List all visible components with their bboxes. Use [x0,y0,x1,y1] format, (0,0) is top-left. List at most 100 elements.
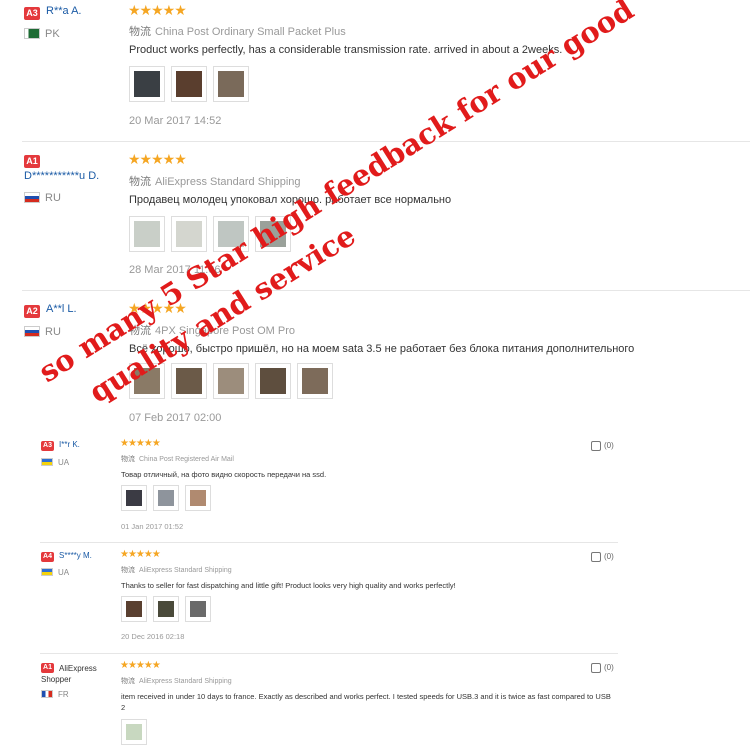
review-photo-thumbnail[interactable] [129,216,165,252]
photo-image [134,221,160,247]
buyer-level-badge: A1 [24,155,40,168]
shipping-method-name: 4PX Singapore Post OM Pro [155,325,296,337]
buyer-country: UA [58,568,70,577]
helpful-count: (0) [604,663,614,673]
buyer-country: FR [58,690,69,699]
ua-flag-icon [41,458,53,466]
fr-flag-icon [41,690,53,698]
photo-image [190,490,206,506]
shipping-method: 物流 AliExpress Standard Shipping [121,676,232,686]
thumbs-up-icon [591,441,601,451]
buyer-name[interactable]: AliExpress Shopper [41,663,111,685]
review-text: item received in under 10 days to france… [121,692,611,712]
star-rating: ★★★★★ [120,438,161,449]
promo-watermark: so many 5 Star high feedback for our goo… [30,0,666,431]
review-photo-thumbnail[interactable] [171,216,207,252]
buyer-country: UA [58,458,70,467]
buyer-name[interactable]: A**l L. [46,303,77,315]
shipping-method-name: AliExpress Standard Shipping [139,678,232,685]
review-photo-thumbnail[interactable] [121,485,147,511]
buyer-country: RU [45,192,61,204]
review-text: Продавец молодец упоковал хорошо. работа… [129,194,452,206]
thumbs-up-icon [591,552,601,562]
buyer-name[interactable]: D***********u D. [24,170,99,182]
photo-image [158,601,174,617]
review-photo-thumbnail[interactable] [213,66,249,102]
photo-image [176,221,202,247]
buyer-country: RU [45,326,61,338]
photo-image [190,601,206,617]
divider [22,290,750,291]
buyer-name[interactable]: S****y M. [59,551,92,560]
buyer-level-badge: A4 [41,552,54,562]
photo-image [176,368,202,394]
review-photo-thumbnail[interactable] [121,596,147,622]
review-photos [129,363,339,399]
review-photos [129,66,255,102]
review-photo-thumbnail[interactable] [255,363,291,399]
ua-flag-icon [41,568,53,576]
review-photo-thumbnail[interactable] [185,596,211,622]
shipping-tag: 物流 [121,456,135,463]
review-photo-thumbnail[interactable] [153,596,179,622]
shipping-tag: 物流 [129,176,151,188]
review-photo-thumbnail[interactable] [121,719,147,745]
shipping-tag: 物流 [121,678,135,685]
helpful-button[interactable]: (0) [591,552,614,562]
review-photo-thumbnail[interactable] [129,363,165,399]
shipping-tag: 物流 [129,325,151,337]
review-photos [129,216,297,252]
shipping-method-name: AliExpress Standard Shipping [139,567,232,574]
ru-flag-icon [24,326,40,337]
shipping-method: 物流 AliExpress Standard Shipping [129,173,301,189]
star-rating: ★★★★★ [128,2,187,18]
divider [40,542,618,543]
review-photo-thumbnail[interactable] [213,216,249,252]
helpful-button[interactable]: (0) [591,441,614,451]
buyer-level-badge: A3 [41,441,54,451]
photo-image [134,71,160,97]
photo-image [158,490,174,506]
shipping-method-name: China Post Ordinary Small Packet Plus [155,26,346,38]
divider [22,141,750,142]
buyer-name[interactable]: I**r K. [59,440,80,449]
photo-image [218,368,244,394]
review-photo-thumbnail[interactable] [255,216,291,252]
helpful-count: (0) [604,441,614,451]
photo-image [218,221,244,247]
review-date: 28 Mar 2017 11:06 [129,264,221,276]
photo-image [126,601,142,617]
helpful-count: (0) [604,552,614,562]
shipping-method: 物流 China Post Ordinary Small Packet Plus [129,23,346,39]
buyer-name[interactable]: R**a A. [46,5,81,17]
review-photo-thumbnail[interactable] [171,363,207,399]
photo-image [260,221,286,247]
star-rating: ★★★★★ [120,660,161,671]
photo-image [302,368,328,394]
review-photo-thumbnail[interactable] [213,363,249,399]
thumbs-up-icon [591,663,601,673]
review-photo-thumbnail[interactable] [297,363,333,399]
star-rating: ★★★★★ [120,549,161,560]
review-text: Всё хорошо, быстро пришёл, но на моем sa… [129,343,635,355]
review-photo-thumbnail[interactable] [129,66,165,102]
review-photo-thumbnail[interactable] [153,485,179,511]
ru-flag-icon [24,192,40,203]
photo-image [126,490,142,506]
review-photo-thumbnail[interactable] [185,485,211,511]
review-photo-thumbnail[interactable] [171,66,207,102]
star-rating: ★★★★★ [128,151,187,167]
shipping-method-name: AliExpress Standard Shipping [155,176,301,188]
review-photos [121,485,217,511]
pk-flag-icon [24,28,40,39]
shipping-tag: 物流 [121,567,135,574]
photo-image [176,71,202,97]
photo-image [218,71,244,97]
photo-image [134,368,160,394]
photo-image [260,368,286,394]
buyer-level-badge: A3 [24,7,40,20]
review-date: 20 Mar 2017 14:52 [129,115,222,127]
shipping-method: 物流 4PX Singapore Post OM Pro [129,322,295,338]
helpful-button[interactable]: (0) [591,663,614,673]
shipping-method: 物流 AliExpress Standard Shipping [121,565,232,575]
